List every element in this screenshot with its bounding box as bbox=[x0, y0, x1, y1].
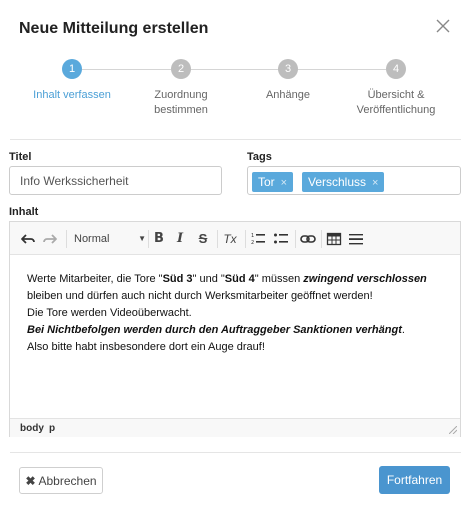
cancel-label: Abbrechen bbox=[38, 473, 97, 488]
step-2-label: Zuordnung bestimmen bbox=[154, 89, 208, 116]
toolbar-divider bbox=[295, 230, 296, 248]
create-message-dialog: Neue Mitteilung erstellen 1 2 3 4 Inhalt… bbox=[0, 0, 468, 514]
ordered-list-icon[interactable]: 12 bbox=[250, 231, 266, 247]
wizard-stepper: 1 2 3 4 Inhalt verfassen Zuordnung besti… bbox=[0, 58, 468, 128]
step-2-circle[interactable]: 2 bbox=[171, 59, 191, 79]
title-label: Titel bbox=[9, 151, 32, 163]
content-line: bleiben und dürfen auch nicht durch Werk… bbox=[27, 290, 373, 302]
content-line: Also bitte habt insbesondere dort ein Au… bbox=[27, 341, 265, 353]
undo-icon[interactable] bbox=[20, 231, 36, 247]
text-run-bold-italic: zwingend verschlossen bbox=[303, 273, 427, 285]
chevron-down-icon: ▼ bbox=[138, 234, 146, 243]
format-select-value: Normal bbox=[74, 233, 110, 245]
editor-content[interactable]: Werte Mitarbeiter, die Tore "Süd 3" und … bbox=[27, 271, 447, 356]
strikethrough-button[interactable]: S bbox=[195, 231, 211, 247]
close-icon: ✖ bbox=[25, 473, 36, 488]
tag-remove-icon[interactable]: × bbox=[281, 173, 287, 193]
link-icon[interactable] bbox=[300, 231, 316, 247]
horizontal-rule-icon[interactable] bbox=[348, 231, 364, 247]
toolbar-divider bbox=[66, 230, 67, 248]
continue-button[interactable]: Fortfahren bbox=[379, 466, 450, 494]
bullet-list-icon[interactable] bbox=[273, 231, 289, 247]
content-line: Bei Nichtbefolgen werden durch den Auftr… bbox=[27, 322, 447, 339]
content-line: Werte Mitarbeiter, die Tore "Süd 3" und … bbox=[27, 271, 447, 288]
element-path-item[interactable]: body bbox=[20, 423, 44, 434]
italic-button[interactable]: I bbox=[172, 231, 188, 247]
step-connector bbox=[190, 69, 279, 70]
step-connector bbox=[82, 69, 171, 70]
text-run: Werte Mitarbeiter, die Tore " bbox=[27, 273, 163, 285]
text-run: " und " bbox=[192, 273, 225, 285]
redo-icon[interactable] bbox=[42, 231, 58, 247]
editor-toolbar: Normal ▼ B I S Tx 12 bbox=[10, 222, 460, 255]
cancel-button[interactable]: ✖ Abbrechen bbox=[19, 467, 103, 494]
tag-chip: Verschluss × bbox=[302, 172, 385, 193]
footer-divider bbox=[10, 452, 461, 453]
step-4-label-line1: Übersicht & bbox=[367, 89, 425, 101]
step-4-label: Übersicht & Veröffentlichung bbox=[346, 88, 446, 118]
tags-input[interactable]: Tor × Verschluss × bbox=[247, 166, 461, 195]
table-icon[interactable] bbox=[326, 231, 342, 247]
format-select[interactable]: Normal ▼ bbox=[74, 230, 150, 248]
resize-handle-icon[interactable] bbox=[448, 425, 458, 435]
title-input[interactable] bbox=[9, 166, 222, 195]
bold-button[interactable]: B bbox=[151, 231, 167, 247]
tags-label: Tags bbox=[247, 151, 272, 163]
text-run-bold: Süd 3 bbox=[162, 273, 193, 285]
tag-label: Verschluss bbox=[308, 175, 367, 189]
dialog-title: Neue Mitteilung erstellen bbox=[19, 20, 209, 37]
rich-text-editor: Normal ▼ B I S Tx 12 Werte Mitarbeiter, … bbox=[9, 221, 461, 437]
header-divider bbox=[10, 139, 461, 140]
clear-format-button[interactable]: Tx bbox=[222, 231, 238, 247]
text-run: . bbox=[401, 324, 405, 336]
toolbar-divider bbox=[217, 230, 218, 248]
step-4-label-line2: Veröffentlichung bbox=[356, 104, 436, 116]
close-icon[interactable] bbox=[434, 17, 452, 35]
text-run: " müssen bbox=[254, 273, 304, 285]
step-3-circle[interactable]: 3 bbox=[278, 59, 298, 79]
svg-text:2: 2 bbox=[251, 240, 254, 246]
step-4-circle[interactable]: 4 bbox=[386, 59, 406, 79]
toolbar-divider bbox=[321, 230, 322, 248]
step-1-label: Inhalt verfassen bbox=[33, 89, 111, 101]
step-1-circle[interactable]: 1 bbox=[62, 59, 82, 79]
text-run-bold: Süd 4 bbox=[224, 273, 255, 285]
toolbar-divider bbox=[148, 230, 149, 248]
content-line: Die Tore werden Videoüberwacht. bbox=[27, 307, 192, 319]
step-connector bbox=[297, 69, 386, 70]
tag-chip: Tor × bbox=[252, 172, 294, 193]
step-3-label: Anhänge bbox=[265, 89, 311, 101]
toolbar-divider bbox=[245, 230, 246, 248]
svg-text:1: 1 bbox=[251, 233, 254, 239]
text-run-bold-italic: Bei Nichtbefolgen werden durch den Auftr… bbox=[27, 324, 402, 336]
editor-statusbar: body p bbox=[10, 418, 460, 437]
element-path-item[interactable]: p bbox=[49, 423, 55, 434]
content-label: Inhalt bbox=[9, 206, 39, 218]
tag-remove-icon[interactable]: × bbox=[372, 173, 378, 193]
tag-label: Tor bbox=[258, 175, 275, 189]
